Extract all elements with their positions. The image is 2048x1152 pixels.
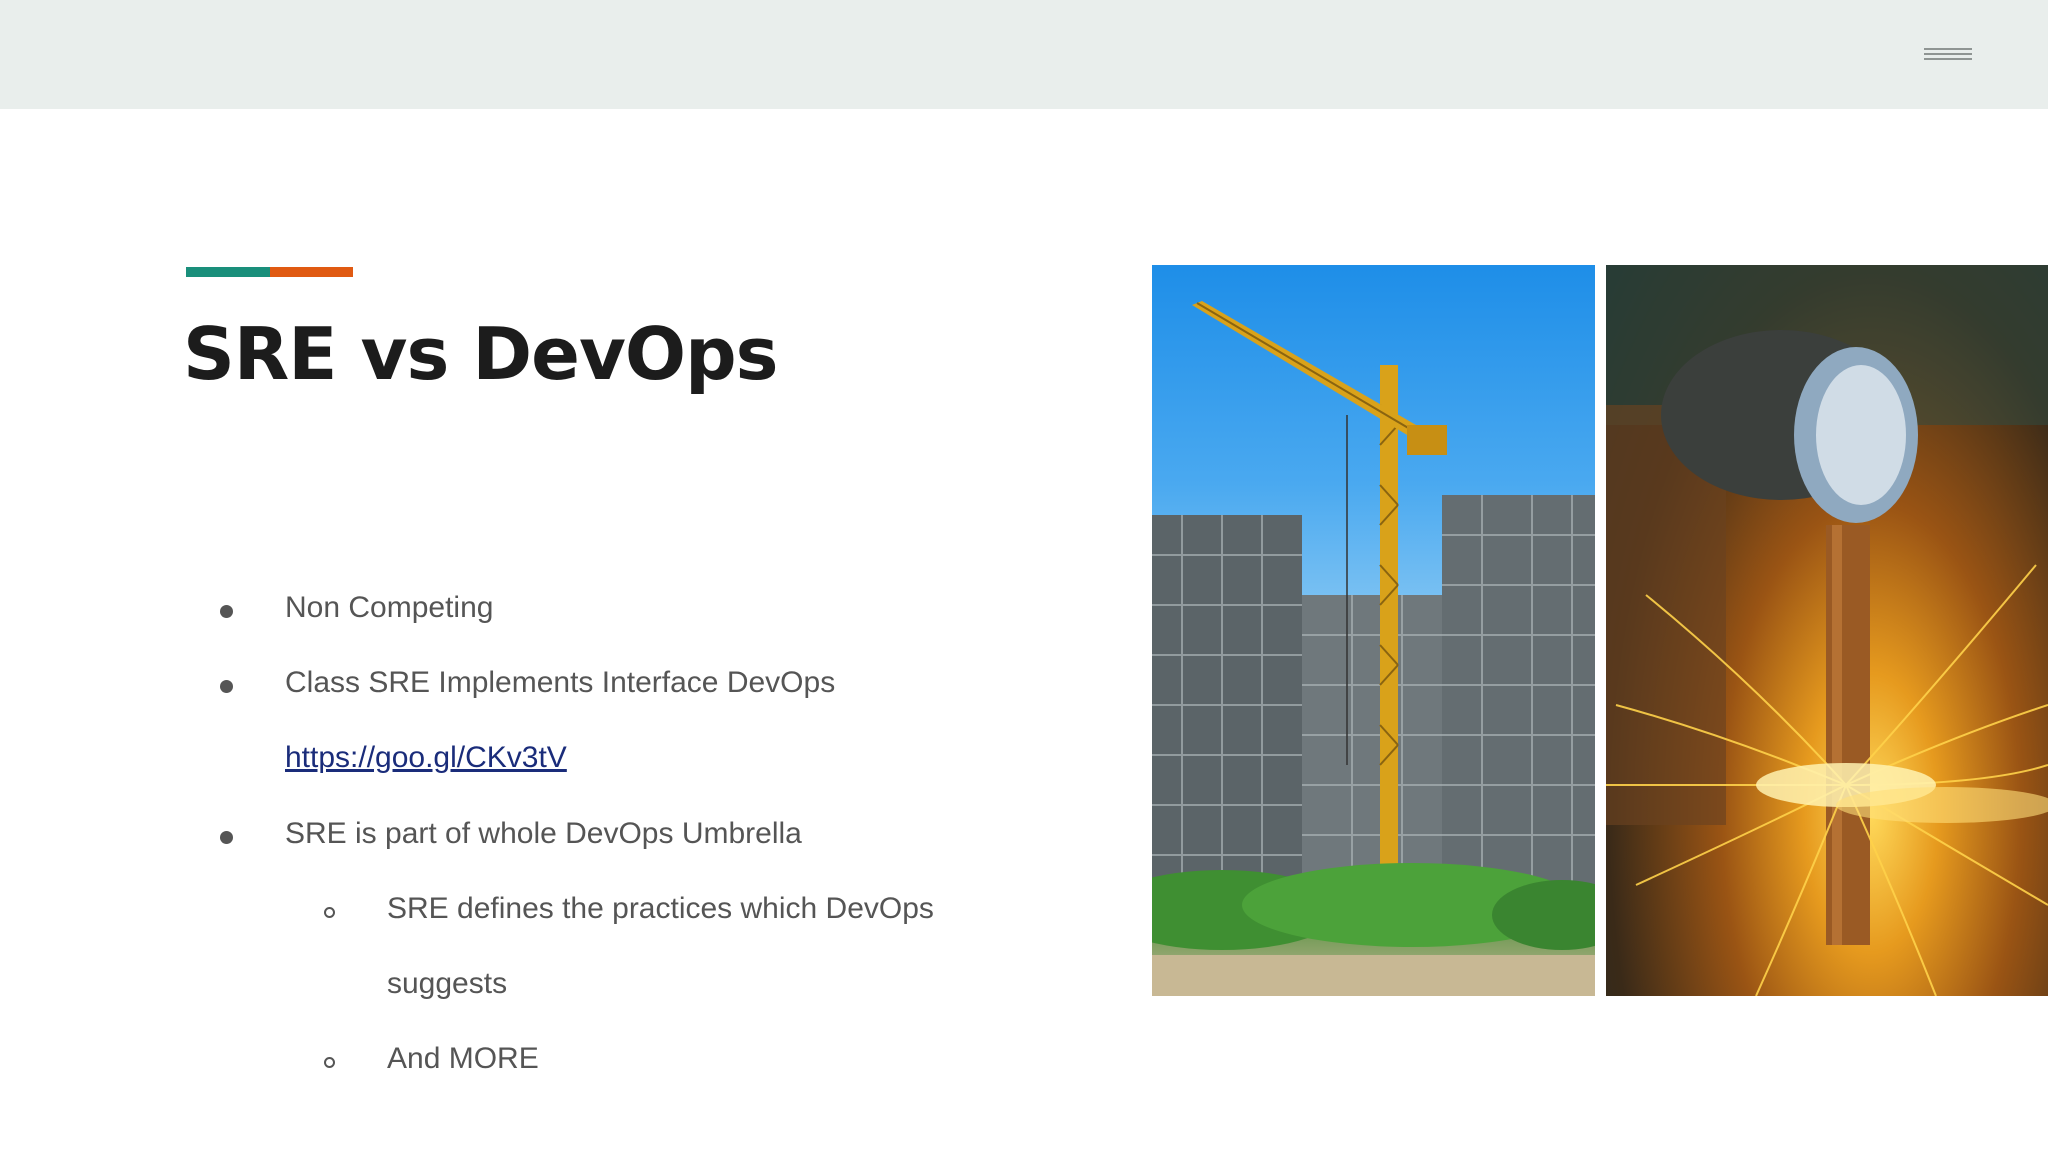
bullet-item-non-competing: Non Competing xyxy=(285,591,494,624)
welding-illustration xyxy=(1606,265,2048,996)
accent-teal-segment xyxy=(186,267,270,277)
bullet-item-umbrella: SRE is part of whole DevOps Umbrella xyxy=(285,817,802,850)
construction-crane-photo xyxy=(1152,265,1595,996)
bullet-item-class-sre: Class SRE Implements Interface DevOps xyxy=(285,666,836,699)
top-bar xyxy=(0,0,2048,109)
sub-bullet-item-practices: SRE defines the practices which DevOps xyxy=(387,892,934,925)
hamburger-menu-icon[interactable] xyxy=(1918,44,1978,70)
accent-orange-segment xyxy=(270,267,353,277)
bullet-dot xyxy=(220,605,233,618)
sub-bullet-item-more: And MORE xyxy=(387,1042,539,1075)
crane-illustration xyxy=(1152,301,1595,996)
bullet-dot xyxy=(220,680,233,693)
bullet-dot xyxy=(220,831,233,844)
title-accent-bar xyxy=(186,267,353,277)
welding-sparks-photo xyxy=(1606,265,2048,996)
reference-link[interactable]: https://goo.gl/CKv3tV xyxy=(285,741,567,775)
slide-title: SRE vs DevOps xyxy=(183,312,779,396)
sub-bullet-continuation: suggests xyxy=(387,967,508,1000)
sub-bullet-ring xyxy=(324,907,335,918)
bullet-list: Non Competing Class SRE Implements Inter… xyxy=(0,0,1100,1152)
sub-bullet-ring xyxy=(324,1057,335,1068)
